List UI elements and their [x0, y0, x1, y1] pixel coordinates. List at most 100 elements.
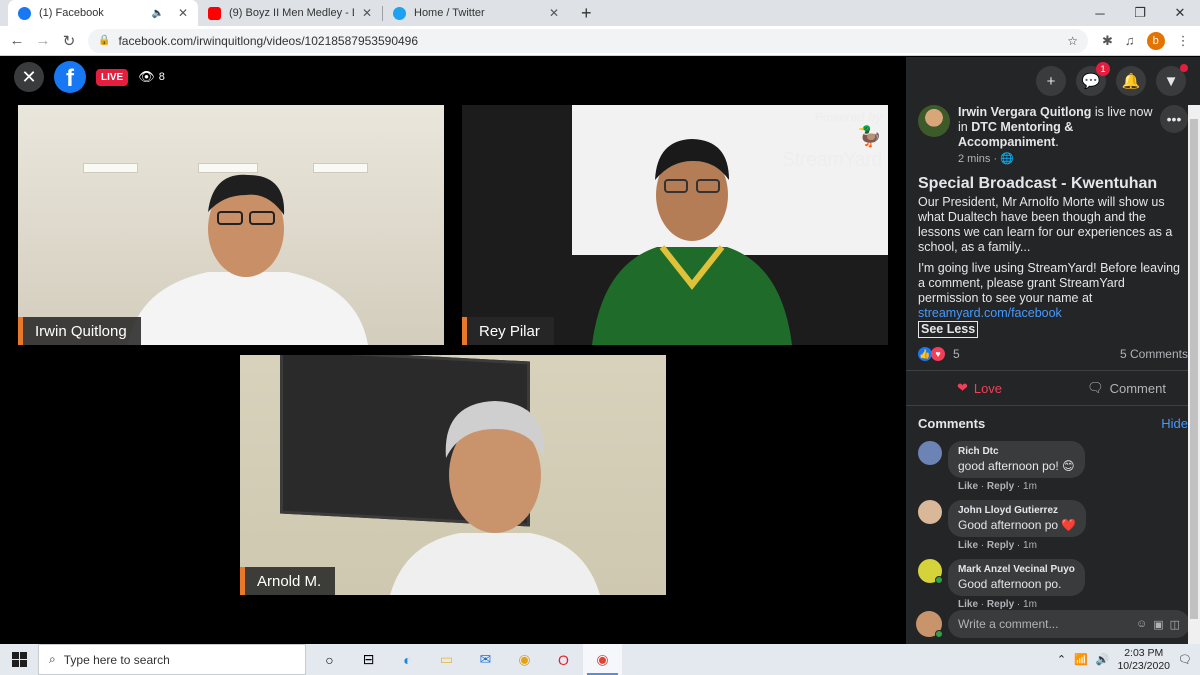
panel-scroll-thumb[interactable] — [1190, 119, 1198, 619]
comment-bubble: Rich Dtc good afternoon po! 😊 — [948, 441, 1085, 478]
love-label: Love — [973, 380, 1003, 396]
sticker-icon[interactable]: ◫ — [1170, 618, 1180, 631]
reload-button[interactable]: ↻ — [56, 32, 82, 50]
video-tile-irwin[interactable]: Irwin Quitlong — [18, 105, 444, 345]
minimize-button[interactable]: ─ — [1080, 0, 1120, 26]
group-name[interactable]: DTC Mentoring & Accompaniment — [958, 120, 1073, 149]
chrome-icon[interactable]: ◉ — [583, 644, 622, 675]
media-control-icon[interactable]: ♫ — [1125, 33, 1135, 48]
close-tab-icon[interactable]: ✕ — [362, 6, 372, 20]
notifications-button[interactable]: 🔔 — [1116, 66, 1146, 96]
volume-icon[interactable]: 🔊 — [1096, 653, 1110, 666]
comment-reply-link[interactable]: Reply — [987, 540, 1014, 551]
watermark-brand-text: StreamYard — [781, 149, 883, 171]
tab-youtube[interactable]: (9) Boyz II Men Medley - Daryl Ong ✕ — [198, 0, 382, 26]
author-name[interactable]: Irwin Vergara Quitlong — [958, 105, 1091, 119]
account-menu-button[interactable]: ▼ — [1156, 64, 1188, 96]
tab-title: (9) Boyz II Men Medley - Daryl Ong — [229, 7, 354, 19]
post-time[interactable]: 2 mins · — [958, 153, 1000, 165]
tab-facebook[interactable]: (1) Facebook 🔈 ✕ — [8, 0, 198, 26]
close-window-button[interactable]: ✕ — [1160, 0, 1200, 26]
see-less-button[interactable]: See Less — [918, 321, 979, 338]
tab-twitter[interactable]: Home / Twitter ✕ — [383, 0, 569, 26]
comment-reply-link[interactable]: Reply — [987, 481, 1014, 492]
commenter-name[interactable]: Rich Dtc — [958, 446, 1075, 457]
facebook-logo-icon[interactable]: f — [54, 61, 86, 93]
close-tab-icon[interactable]: ✕ — [549, 6, 559, 20]
notification-center-icon[interactable]: 🗨 — [1178, 653, 1192, 666]
comment-like-link[interactable]: Like — [958, 540, 978, 551]
commenter-avatar[interactable] — [918, 441, 942, 465]
participant-name-label: Rey Pilar — [462, 317, 554, 345]
youtube-icon — [208, 6, 221, 20]
online-status-dot — [935, 576, 943, 584]
search-placeholder: Type here to search — [63, 652, 170, 667]
comment-item: Rich Dtc good afternoon po! 😊 Like · Rep… — [906, 441, 1200, 492]
reactions-row: 👍 ♥ 5 5 Comments — [918, 344, 1188, 364]
close-video-button[interactable]: ✕ — [14, 62, 44, 92]
streamyard-link[interactable]: streamyard.com/facebook — [918, 306, 1062, 320]
comment-input[interactable]: Write a comment... ☺ ▣ ◫ — [948, 610, 1190, 638]
comment-time[interactable]: 1m — [1023, 540, 1037, 551]
maximize-button[interactable]: ❐ — [1120, 0, 1160, 26]
new-tab-button[interactable]: + — [569, 0, 604, 26]
chrome-canary-icon[interactable]: ◉ — [505, 644, 544, 675]
messenger-button[interactable]: 💬 1 — [1076, 62, 1110, 96]
cortana-icon[interactable]: ○ — [310, 644, 349, 675]
reaction-summary[interactable]: 👍 ♥ 5 — [918, 347, 960, 361]
chrome-menu-icon[interactable]: ⋮ — [1177, 33, 1190, 49]
messenger-badge: 1 — [1096, 62, 1110, 76]
comments-count-link[interactable]: 5 Comments — [1120, 347, 1188, 361]
commenter-avatar[interactable] — [918, 559, 943, 584]
window-controls: ─ ❐ ✕ — [1080, 0, 1200, 26]
author-avatar[interactable] — [918, 105, 950, 137]
comment-bubble: Mark Anzel Vecinal Puyo Good afternoon p… — [948, 559, 1085, 596]
commenter-name[interactable]: John Lloyd Gutierrez — [958, 505, 1076, 516]
start-button[interactable] — [0, 644, 38, 675]
video-tile-arnold[interactable]: Arnold M. — [240, 355, 666, 595]
back-button[interactable]: ← — [4, 32, 30, 49]
love-button[interactable]: ❤ Love — [906, 380, 1053, 396]
file-explorer-icon[interactable]: ▭ — [427, 644, 466, 675]
commenter-name[interactable]: Mark Anzel Vecinal Puyo — [958, 564, 1075, 575]
taskbar-search[interactable]: ⌕ Type here to search — [38, 644, 306, 675]
clock[interactable]: 2:03 PM 10/23/2020 — [1117, 647, 1170, 673]
comment-placeholder: Write a comment... — [958, 617, 1059, 631]
post-meta: 2 mins · 🌐 — [958, 152, 1158, 167]
wifi-icon[interactable]: 📶 — [1074, 653, 1088, 666]
current-user-avatar[interactable] — [916, 611, 943, 638]
audio-icon[interactable]: 🔈 — [151, 8, 163, 19]
extensions-icon[interactable]: ✱ — [1102, 33, 1113, 49]
mail-icon[interactable]: ✉ — [466, 644, 505, 675]
comment-button[interactable]: 🗨 Comment — [1053, 380, 1200, 396]
gif-icon[interactable]: ▣ — [1153, 618, 1163, 631]
video-tile-rey[interactable]: Powered by 🦆 StreamYard Rey Pilar — [462, 105, 888, 345]
emoji-icon[interactable]: ☺ — [1136, 618, 1147, 630]
commenter-avatar[interactable] — [918, 500, 942, 524]
opera-icon[interactable]: O — [544, 644, 583, 675]
windows-logo-icon — [11, 652, 27, 667]
close-tab-icon[interactable]: ✕ — [178, 6, 188, 20]
profile-avatar[interactable]: b — [1146, 31, 1165, 50]
viewer-count: 👁 8 — [138, 69, 165, 85]
post-content: Irwin Vergara Quitlong is live now in DT… — [906, 105, 1200, 364]
post-description: Our President, Mr Arnolfo Morte will sho… — [918, 195, 1188, 338]
forward-button[interactable]: → — [30, 32, 56, 49]
task-view-icon[interactable]: ⊟ — [349, 644, 388, 675]
post-title: Special Broadcast - Kwentuhan — [918, 175, 1158, 192]
create-button[interactable]: + — [1036, 66, 1066, 96]
edge-icon[interactable]: ◐ — [388, 644, 427, 675]
post-side-panel: + 💬 1 🔔 ▼ Irwin Vergara Quitlong is live… — [906, 57, 1200, 644]
url-field[interactable]: 🔒 facebook.com/irwinquitlong/videos/1021… — [88, 28, 1088, 53]
panel-scrollbar[interactable] — [1188, 105, 1200, 644]
tab-title: Home / Twitter — [414, 7, 485, 19]
bookmark-star-icon[interactable]: ☆ — [1067, 34, 1078, 48]
show-hidden-icons-icon[interactable]: ⌃ — [1057, 653, 1066, 666]
stage-bottom-bar — [0, 605, 906, 644]
more-options-button[interactable]: ••• — [1160, 105, 1188, 133]
hide-comments-link[interactable]: Hide — [1161, 416, 1188, 431]
comment-like-link[interactable]: Like — [958, 481, 978, 492]
write-comment-row: Write a comment... ☺ ▣ ◫ — [906, 604, 1200, 644]
comment-time[interactable]: 1m — [1023, 481, 1037, 492]
clock-date: 10/23/2020 — [1117, 659, 1171, 672]
